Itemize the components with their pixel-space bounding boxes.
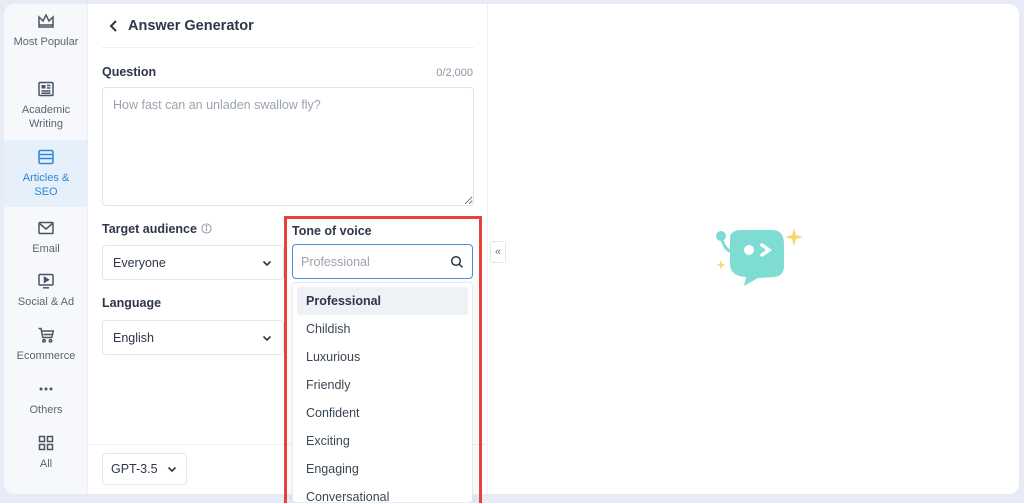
character-counter: 0/2,000 bbox=[436, 67, 473, 79]
sidebar-item-social-ad[interactable]: Social & Ad bbox=[4, 272, 88, 317]
chevron-left-icon[interactable] bbox=[106, 18, 122, 34]
sidebar-item-all[interactable]: All bbox=[4, 434, 88, 479]
tone-of-voice-field: Tone of voice Professional Childish Luxu… bbox=[287, 219, 479, 503]
sidebar-item-label: All bbox=[39, 458, 53, 470]
collapse-panel-button[interactable]: « bbox=[490, 241, 506, 263]
model-value: GPT-3.5 bbox=[111, 462, 158, 476]
question-input[interactable] bbox=[102, 87, 474, 206]
browser-icon bbox=[38, 149, 54, 165]
page-title: Answer Generator bbox=[128, 17, 254, 34]
tone-option-confident[interactable]: Confident bbox=[297, 399, 468, 427]
language-value: English bbox=[113, 330, 154, 345]
sidebar-item-label: Email bbox=[32, 243, 60, 255]
tone-option-friendly[interactable]: Friendly bbox=[297, 371, 468, 399]
tone-options-list: Professional Childish Luxurious Friendly… bbox=[292, 282, 473, 503]
sidebar-item-most-popular[interactable]: Most Popular bbox=[4, 12, 88, 72]
sidebar-item-label: Academic Writing bbox=[21, 104, 71, 130]
language-select[interactable]: English bbox=[102, 320, 284, 355]
grid-icon bbox=[38, 435, 54, 451]
sidebar-item-articles-seo[interactable]: Articles & SEO bbox=[4, 140, 88, 207]
chevron-down-icon bbox=[262, 335, 272, 341]
category-sidebar: Most Popular Academic Writing Articles &… bbox=[4, 4, 88, 494]
tone-search-input[interactable] bbox=[301, 254, 446, 269]
chevron-down-icon bbox=[167, 466, 177, 473]
crown-icon bbox=[38, 13, 54, 28]
target-audience-select[interactable]: Everyone bbox=[102, 245, 284, 280]
cart-icon bbox=[38, 327, 55, 343]
tone-option-exciting[interactable]: Exciting bbox=[297, 427, 468, 455]
play-screen-icon bbox=[38, 273, 54, 289]
target-audience-label: Target audience bbox=[102, 222, 212, 236]
sidebar-item-academic-writing[interactable]: Academic Writing bbox=[4, 80, 88, 140]
sidebar-item-email[interactable]: Email bbox=[4, 219, 88, 264]
target-audience-label-text: Target audience bbox=[102, 222, 197, 236]
target-audience-value: Everyone bbox=[113, 255, 166, 270]
tone-option-professional[interactable]: Professional bbox=[297, 287, 468, 315]
robot-mascot-icon bbox=[716, 228, 803, 286]
sidebar-item-label: Most Popular bbox=[13, 36, 79, 48]
tone-search-box[interactable] bbox=[292, 244, 473, 279]
tone-of-voice-label: Tone of voice bbox=[292, 224, 372, 238]
tone-option-luxurious[interactable]: Luxurious bbox=[297, 343, 468, 371]
sidebar-item-others[interactable]: Others bbox=[4, 380, 88, 425]
sidebar-item-label: Social & Ad bbox=[17, 296, 75, 308]
mail-icon bbox=[38, 221, 54, 235]
question-label: Question bbox=[102, 65, 157, 79]
tone-option-childish[interactable]: Childish bbox=[297, 315, 468, 343]
info-icon[interactable] bbox=[201, 223, 212, 234]
tone-option-engaging[interactable]: Engaging bbox=[297, 455, 468, 483]
chevron-down-icon bbox=[262, 260, 272, 266]
app-window: Most Popular Academic Writing Articles &… bbox=[4, 4, 1019, 494]
sidebar-item-label: Ecommerce bbox=[16, 350, 76, 362]
newspaper-icon bbox=[38, 81, 54, 97]
sidebar-item-label: Others bbox=[29, 404, 63, 416]
language-label: Language bbox=[102, 296, 162, 310]
sidebar-item-label: Articles & SEO bbox=[22, 172, 70, 198]
panel-header: Answer Generator bbox=[102, 4, 474, 48]
search-icon[interactable] bbox=[450, 255, 464, 269]
tone-option-conversational[interactable]: Conversational bbox=[297, 483, 468, 502]
sidebar-item-ecommerce[interactable]: Ecommerce bbox=[4, 326, 88, 371]
model-select[interactable]: GPT-3.5 bbox=[102, 453, 187, 485]
more-dots-icon bbox=[39, 387, 53, 391]
